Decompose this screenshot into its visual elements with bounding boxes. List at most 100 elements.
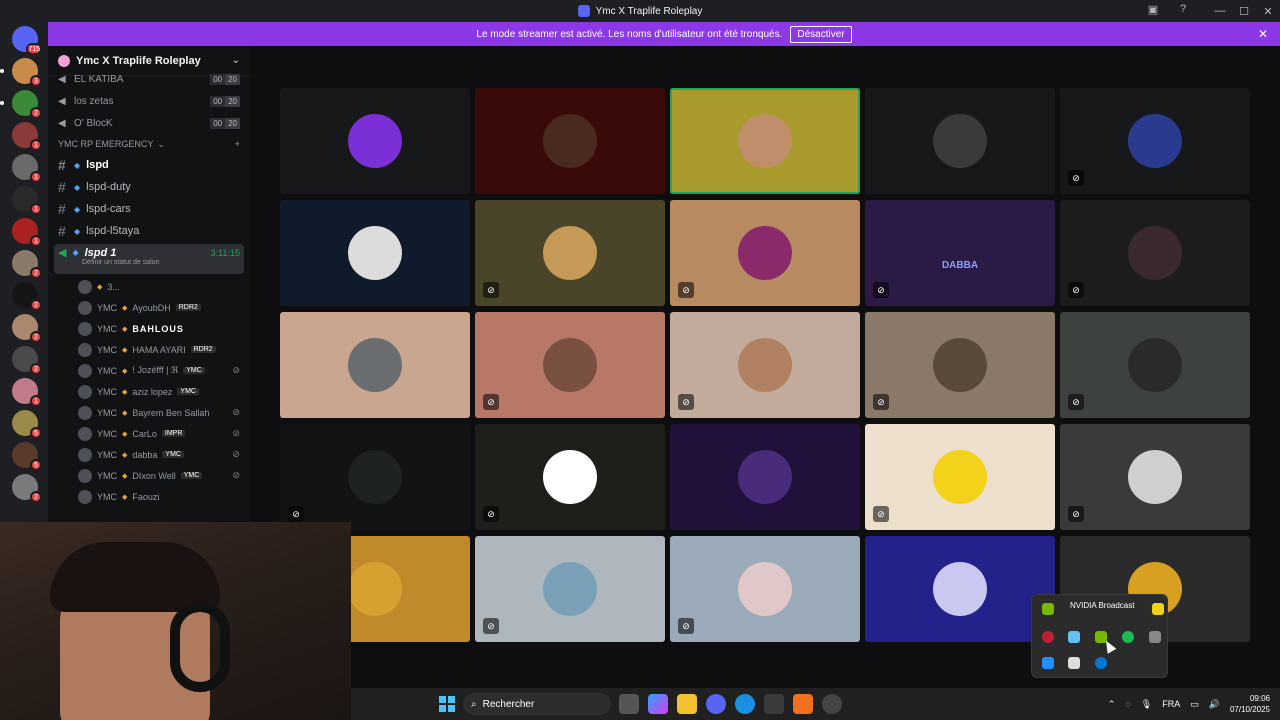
security-icon[interactable]	[1042, 657, 1054, 669]
voice-member[interactable]: YMC ◆ AyoubDH RDR2	[48, 297, 250, 318]
voice-member[interactable]: YMC ◆ CarLo IMPR ⊘	[48, 423, 250, 444]
user-limit: 00 20	[210, 117, 240, 129]
participant-tile[interactable]: ⊘	[1060, 312, 1250, 418]
inbox-icon[interactable]: ▣	[1145, 3, 1161, 19]
minimize-button[interactable]: —	[1208, 5, 1232, 17]
voice-channel[interactable]: ◀ EL KATIBA 00 20	[48, 68, 250, 90]
text-channel[interactable]: # ◆ lspd-cars	[48, 198, 250, 220]
task-view-icon[interactable]	[619, 694, 639, 714]
server-icon[interactable]: 1	[12, 186, 42, 215]
volume-icon[interactable]: 🔊	[1209, 699, 1220, 710]
active-voice-channel[interactable]: ◀ ◆ lspd 1 3:11:15 Définir un statut de …	[54, 244, 244, 274]
participant-tile[interactable]	[280, 312, 470, 418]
text-channel[interactable]: # ◆ lspd-duty	[48, 176, 250, 198]
voice-member[interactable]: YMC ◆ Bayrem Ben Sallah ⊘	[48, 402, 250, 423]
member-prefix: YMC	[97, 386, 117, 397]
category-header[interactable]: YMC RP EMERGENCY ⌄ +	[48, 134, 250, 154]
store-icon[interactable]	[764, 694, 784, 714]
user-count: 00	[210, 73, 226, 85]
participant-tile[interactable]: ⊘	[1060, 200, 1250, 306]
taskbar-app-icon[interactable]	[793, 694, 813, 714]
maximize-button[interactable]: ☐	[1232, 5, 1256, 18]
add-channel-icon[interactable]: +	[235, 139, 240, 149]
close-window-button[interactable]: ✕	[1256, 5, 1280, 18]
participant-tile[interactable]	[280, 88, 470, 194]
server-icon[interactable]: 2	[0, 90, 42, 119]
tray-app-icon[interactable]	[1149, 631, 1161, 643]
server-icon[interactable]: 2	[12, 282, 42, 311]
tray-app-icon[interactable]	[1042, 631, 1054, 643]
discord-taskbar-icon[interactable]	[706, 694, 726, 714]
language-indicator[interactable]: FRA	[1162, 699, 1180, 709]
voice-channel[interactable]: ◀ los zetas 00 20	[48, 90, 250, 112]
taskbar-search[interactable]: ⌕ Rechercher	[463, 693, 611, 715]
participant-tile[interactable]: ⊘	[670, 200, 860, 306]
home-button[interactable]: 715	[12, 26, 42, 55]
server-icon[interactable]: 2	[12, 250, 42, 279]
participant-tile[interactable]: ⊘	[865, 312, 1055, 418]
voice-member[interactable]: YMC ◆ HAMA AYARI RDR2	[48, 339, 250, 360]
text-channel[interactable]: # ◆ lspd	[48, 154, 250, 176]
voice-channel[interactable]: ◀ O' BlocK 00 20	[48, 112, 250, 134]
banner-close-icon[interactable]: ✕	[1258, 27, 1268, 41]
server-icon[interactable]: 2	[12, 314, 42, 343]
server-icon[interactable]: 1	[12, 378, 42, 407]
spotify-icon[interactable]	[1122, 631, 1134, 643]
participant-tile[interactable]	[670, 88, 860, 194]
set-channel-status[interactable]: Définir un statut de salon	[82, 259, 240, 266]
server-icon[interactable]: 2	[12, 346, 42, 375]
avatar	[78, 489, 92, 504]
voice-member[interactable]: YMC ◆ dabba YMC ⊘	[48, 444, 250, 465]
voice-member[interactable]: YMC ◆ BAHLOUS	[48, 318, 250, 339]
participant-tile[interactable]	[475, 88, 665, 194]
participant-tile[interactable]: ⊘	[475, 424, 665, 530]
network-icon[interactable]: ◌	[1125, 699, 1130, 709]
server-icon[interactable]: 1	[12, 154, 42, 183]
participant-tile[interactable]: ⊘	[670, 312, 860, 418]
server-icon[interactable]: 1	[12, 218, 42, 247]
microphone-icon[interactable]: 🎙	[1141, 699, 1152, 710]
member-name: ! Jozéfff | ℜ	[132, 365, 179, 375]
participant-tile[interactable]: ⊘	[475, 536, 665, 642]
server-icon[interactable]: 2	[12, 474, 42, 503]
tray-app-icon[interactable]	[1152, 603, 1164, 615]
chevron-up-icon[interactable]: ⌃	[1108, 699, 1116, 710]
windows-start-icon[interactable]	[439, 696, 455, 712]
steam-icon[interactable]	[1068, 631, 1080, 643]
disable-streamer-mode-button[interactable]: Désactiver	[790, 25, 852, 43]
participant-tile[interactable]: ⊘	[280, 424, 470, 530]
voice-member[interactable]: YMC ◆ ! Jozéfff | ℜ YMC ⊘	[48, 360, 250, 381]
taskbar-app-icon[interactable]	[822, 694, 842, 714]
server-icon[interactable]: 1	[12, 122, 42, 151]
participant-tile[interactable]: DABBA ⊘	[865, 200, 1055, 306]
participant-tile[interactable]	[280, 200, 470, 306]
bluetooth-icon[interactable]	[1095, 657, 1107, 669]
participant-tile[interactable]: ⊘	[1060, 88, 1250, 194]
voice-video-grid: ⊘ ⊘ ⊘ DABBA ⊘ ⊘ ⊘ ⊘ ⊘ ⊘ ⊘ ⊘ ⊘ ⊘ ⊘ ⊘	[280, 88, 1252, 646]
server-icon[interactable]: 5	[12, 410, 42, 439]
participant-tile[interactable]	[865, 536, 1055, 642]
participant-tile[interactable]: ⊘	[475, 312, 665, 418]
voice-member[interactable]: YMC ◆ aziz lopez YMC	[48, 381, 250, 402]
edge-icon[interactable]	[735, 694, 755, 714]
display-icon[interactable]: ▭	[1190, 699, 1199, 710]
participant-tile[interactable]: ⊘	[865, 424, 1055, 530]
participant-tile[interactable]: ⊘	[475, 200, 665, 306]
participant-tile[interactable]: ⊘	[670, 536, 860, 642]
participant-tile[interactable]	[670, 424, 860, 530]
voice-member[interactable]: ◆ 3...	[48, 276, 250, 297]
server-icon[interactable]: 5	[12, 442, 42, 471]
voice-member[interactable]: YMC ◆ Faouzi	[48, 486, 250, 507]
server-icon[interactable]: 3	[0, 58, 42, 87]
voice-member[interactable]: YMC ◆ DIxon Well YMC ⊘	[48, 465, 250, 486]
status-dot-icon: ◆	[122, 388, 128, 396]
usb-icon[interactable]	[1068, 657, 1080, 669]
help-icon[interactable]: ?	[1175, 3, 1191, 19]
participant-tile[interactable]: ⊘	[1060, 424, 1250, 530]
copilot-icon[interactable]	[648, 694, 668, 714]
nvidia-icon[interactable]	[1042, 603, 1054, 615]
participant-tile[interactable]	[865, 88, 1055, 194]
file-explorer-icon[interactable]	[677, 694, 697, 714]
clock[interactable]: 09:06 07/10/2025	[1230, 693, 1270, 715]
text-channel[interactable]: # ◆ lspd-l5taya	[48, 220, 250, 242]
